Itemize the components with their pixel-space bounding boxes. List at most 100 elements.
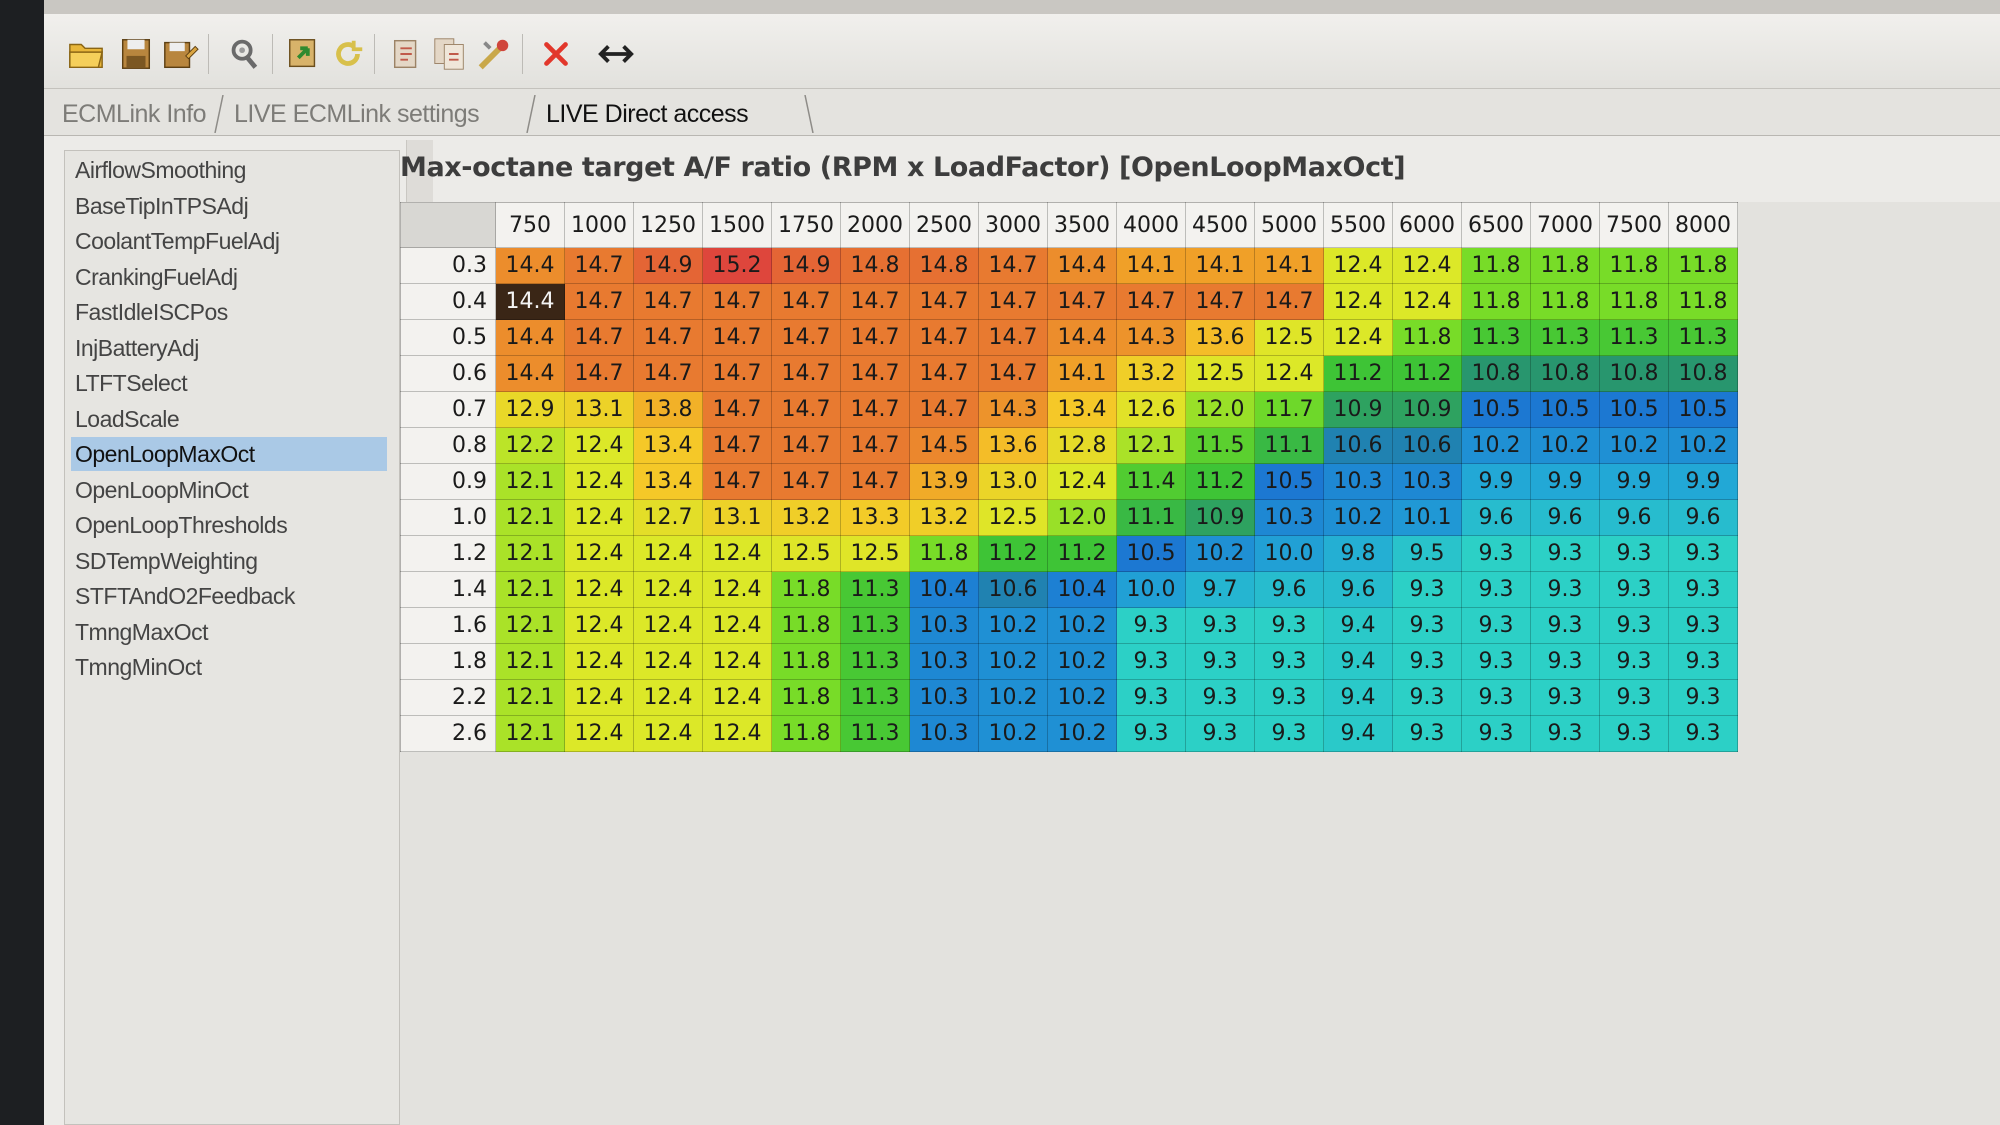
- map-cell[interactable]: 14.3: [978, 391, 1048, 428]
- map-cell[interactable]: 11.8: [771, 643, 841, 680]
- map-list-item[interactable]: FastIdleISCPos: [71, 295, 387, 329]
- map-cell[interactable]: 12.4: [702, 679, 772, 716]
- map-cell[interactable]: 12.5: [1185, 355, 1255, 392]
- map-cell[interactable]: 13.1: [564, 391, 634, 428]
- map-cell[interactable]: 14.5: [909, 427, 979, 464]
- map-cell[interactable]: 14.7: [702, 463, 772, 500]
- map-cell[interactable]: 14.7: [909, 391, 979, 428]
- map-cell[interactable]: 11.8: [1599, 283, 1669, 320]
- map-cell[interactable]: 14.7: [909, 319, 979, 356]
- map-cell[interactable]: 9.3: [1392, 715, 1462, 752]
- map-cell[interactable]: 9.9: [1530, 463, 1600, 500]
- map-cell[interactable]: 11.2: [1185, 463, 1255, 500]
- map-cell[interactable]: 14.4: [1047, 247, 1117, 284]
- map-cell[interactable]: 13.4: [633, 463, 703, 500]
- map-cell[interactable]: 10.8: [1668, 355, 1738, 392]
- map-cell[interactable]: 9.3: [1392, 679, 1462, 716]
- map-list-item[interactable]: SDTempWeighting: [71, 544, 387, 578]
- map-cell[interactable]: 11.5: [1185, 427, 1255, 464]
- connect-icon[interactable]: [222, 32, 266, 76]
- map-list-item[interactable]: TmngMaxOct: [71, 615, 387, 649]
- map-cell[interactable]: 11.8: [1461, 247, 1531, 284]
- map-cell[interactable]: 9.3: [1599, 535, 1669, 572]
- map-cell[interactable]: 9.8: [1323, 535, 1393, 572]
- map-cell[interactable]: 11.8: [771, 715, 841, 752]
- map-cell[interactable]: 14.4: [495, 283, 565, 320]
- map-cell[interactable]: 14.1: [1185, 247, 1255, 284]
- map-cell[interactable]: 12.4: [1323, 283, 1393, 320]
- map-cell[interactable]: 10.2: [1185, 535, 1255, 572]
- map-cell[interactable]: 10.9: [1323, 391, 1393, 428]
- map-cell[interactable]: 12.4: [1392, 247, 1462, 284]
- map-list-item[interactable]: InjBatteryAdj: [71, 331, 387, 365]
- map-cell[interactable]: 12.1: [495, 571, 565, 608]
- tab-live-direct-access[interactable]: LIVE Direct access: [534, 95, 760, 133]
- map-cell[interactable]: 10.2: [1047, 607, 1117, 644]
- map-cell[interactable]: 10.3: [909, 679, 979, 716]
- map-list-item[interactable]: STFTAndO2Feedback: [71, 579, 387, 613]
- map-cell[interactable]: 12.9: [495, 391, 565, 428]
- map-cell[interactable]: 9.3: [1392, 643, 1462, 680]
- map-cell[interactable]: 12.4: [564, 607, 634, 644]
- map-cell[interactable]: 12.4: [702, 715, 772, 752]
- map-cell[interactable]: 11.8: [1392, 319, 1462, 356]
- map-cell[interactable]: 14.7: [564, 319, 634, 356]
- map-cell[interactable]: 9.3: [1254, 679, 1324, 716]
- map-cell[interactable]: 11.3: [840, 679, 910, 716]
- map-cell[interactable]: 10.9: [1392, 391, 1462, 428]
- map-cell[interactable]: 11.3: [840, 607, 910, 644]
- map-cell[interactable]: 9.6: [1599, 499, 1669, 536]
- map-cell[interactable]: 14.7: [771, 319, 841, 356]
- map-cell[interactable]: 12.1: [495, 499, 565, 536]
- map-list-item[interactable]: CoolantTempFuelAdj: [71, 224, 387, 258]
- save-icon[interactable]: [114, 32, 158, 76]
- map-cell[interactable]: 14.7: [840, 427, 910, 464]
- map-cell[interactable]: 12.4: [1254, 355, 1324, 392]
- map-cell[interactable]: 10.6: [1392, 427, 1462, 464]
- map-cell[interactable]: 9.3: [1461, 643, 1531, 680]
- map-cell[interactable]: 11.2: [1323, 355, 1393, 392]
- map-cell[interactable]: 14.7: [978, 283, 1048, 320]
- map-cell[interactable]: 14.4: [1047, 319, 1117, 356]
- map-cell[interactable]: 9.3: [1668, 643, 1738, 680]
- map-list-item[interactable]: CrankingFuelAdj: [71, 260, 387, 294]
- map-cell[interactable]: 10.2: [1599, 427, 1669, 464]
- map-cell[interactable]: 14.7: [771, 355, 841, 392]
- map-cell[interactable]: 10.2: [1047, 715, 1117, 752]
- map-cell[interactable]: 11.1: [1116, 499, 1186, 536]
- map-cell[interactable]: 10.3: [909, 643, 979, 680]
- map-cell[interactable]: 11.2: [1047, 535, 1117, 572]
- map-cell[interactable]: 9.3: [1461, 715, 1531, 752]
- map-cell[interactable]: 12.0: [1047, 499, 1117, 536]
- map-cell[interactable]: 12.4: [1392, 283, 1462, 320]
- map-cell[interactable]: 11.3: [840, 715, 910, 752]
- map-cell[interactable]: 10.6: [1323, 427, 1393, 464]
- map-cell[interactable]: 14.9: [633, 247, 703, 284]
- map-cell[interactable]: 10.6: [978, 571, 1048, 608]
- map-cell[interactable]: 11.8: [771, 607, 841, 644]
- map-cell[interactable]: 9.3: [1599, 679, 1669, 716]
- map-cell[interactable]: 12.4: [564, 571, 634, 608]
- map-cell[interactable]: 9.3: [1461, 679, 1531, 716]
- map-cell[interactable]: 10.5: [1530, 391, 1600, 428]
- map-cell[interactable]: 9.5: [1392, 535, 1462, 572]
- map-cell[interactable]: 14.7: [702, 391, 772, 428]
- map-cell[interactable]: 10.5: [1599, 391, 1669, 428]
- map-cell[interactable]: 10.2: [978, 679, 1048, 716]
- map-cell[interactable]: 12.4: [702, 571, 772, 608]
- map-cell[interactable]: 14.7: [564, 283, 634, 320]
- map-cell[interactable]: 10.3: [909, 715, 979, 752]
- map-cell[interactable]: 9.3: [1530, 643, 1600, 680]
- map-cell[interactable]: 9.3: [1461, 607, 1531, 644]
- map-cell[interactable]: 9.3: [1392, 607, 1462, 644]
- map-cell[interactable]: 13.4: [633, 427, 703, 464]
- map-cell[interactable]: 13.9: [909, 463, 979, 500]
- map-cell[interactable]: 10.5: [1668, 391, 1738, 428]
- map-cell[interactable]: 10.8: [1461, 355, 1531, 392]
- map-cell[interactable]: 12.4: [1323, 247, 1393, 284]
- map-cell[interactable]: 9.6: [1530, 499, 1600, 536]
- map-cell[interactable]: 9.3: [1254, 643, 1324, 680]
- map-cell[interactable]: 9.3: [1461, 535, 1531, 572]
- map-cell[interactable]: 10.2: [978, 715, 1048, 752]
- map-cell[interactable]: 14.7: [771, 391, 841, 428]
